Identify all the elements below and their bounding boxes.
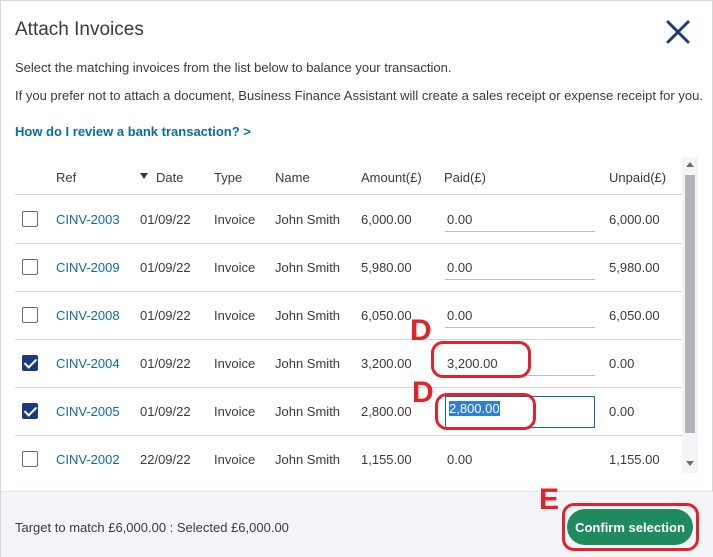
target-match-summary: Target to match £6,000.00 : Selected £6,… — [15, 520, 289, 535]
col-header-ref[interactable]: Ref — [56, 170, 76, 185]
close-button[interactable] — [664, 18, 692, 46]
table-header: Ref Date Type Name Amount(£) Paid(£) Unp… — [15, 157, 682, 195]
paid-input[interactable]: 0.00 — [445, 296, 595, 328]
dialog-title: Attach Invoices — [15, 19, 144, 40]
invoice-type: Invoice — [214, 452, 256, 467]
invoice-unpaid: 0.00 — [609, 404, 635, 419]
help-link[interactable]: How do I review a bank transaction? > — [15, 124, 251, 139]
row-checkbox[interactable] — [22, 307, 38, 323]
invoice-date: 22/09/22 — [140, 452, 191, 467]
invoice-amount: 3,200.00 — [361, 356, 412, 371]
invoice-amount: 2,800.00 — [361, 404, 412, 419]
annotation-d-label-2: D — [412, 376, 434, 409]
description-line-2: If you prefer not to attach a document, … — [15, 88, 703, 103]
invoice-unpaid: 1,155.00 — [609, 452, 660, 467]
table-row: CINV-2005 01/09/22 Invoice John Smith 2,… — [15, 388, 682, 436]
invoice-amount: 6,050.00 — [361, 308, 412, 323]
col-header-name[interactable]: Name — [275, 170, 310, 185]
col-header-unpaid[interactable]: Unpaid(£) — [609, 170, 666, 185]
col-header-type[interactable]: Type — [214, 170, 242, 185]
invoice-name: John Smith — [275, 260, 341, 275]
col-header-amount[interactable]: Amount(£) — [361, 170, 422, 185]
close-icon — [666, 20, 690, 44]
attach-invoices-dialog: Attach Invoices Select the matching invo… — [0, 0, 713, 557]
invoice-name: John Smith — [275, 404, 341, 419]
table-row: CINV-2004 01/09/22 Invoice John Smith 3,… — [15, 340, 682, 388]
invoice-unpaid: 6,000.00 — [609, 212, 660, 227]
invoice-type: Invoice — [214, 260, 256, 275]
invoice-type: Invoice — [214, 308, 256, 323]
invoice-type: Invoice — [214, 356, 256, 371]
row-checkbox[interactable] — [22, 259, 38, 275]
table-row: CINV-2009 01/09/22 Invoice John Smith 5,… — [15, 244, 682, 292]
invoice-ref-link[interactable]: CINV-2002 — [56, 452, 120, 467]
invoice-date: 01/09/22 — [140, 212, 191, 227]
invoice-unpaid: 6,050.00 — [609, 308, 660, 323]
invoice-type: Invoice — [214, 212, 256, 227]
row-checkbox[interactable] — [22, 355, 38, 371]
invoice-type: Invoice — [214, 404, 256, 419]
invoice-name: John Smith — [275, 308, 341, 323]
table-row: CINV-2002 22/09/22 Invoice John Smith 1,… — [15, 436, 682, 473]
invoice-unpaid: 0.00 — [609, 356, 635, 371]
col-header-date[interactable]: Date — [156, 170, 183, 185]
invoice-ref-link[interactable]: CINV-2009 — [56, 260, 120, 275]
paid-input[interactable]: 0.00 — [445, 248, 595, 280]
invoice-date: 01/09/22 — [140, 260, 191, 275]
row-checkbox[interactable] — [22, 211, 38, 227]
paid-input-value: 0.00 — [447, 260, 473, 275]
paid-input-value: 0.00 — [447, 308, 473, 323]
invoice-ref-link[interactable]: CINV-2003 — [56, 212, 120, 227]
invoice-amount: 6,000.00 — [361, 212, 412, 227]
invoice-table: Ref Date Type Name Amount(£) Paid(£) Unp… — [15, 157, 698, 473]
invoice-ref-link[interactable]: CINV-2008 — [56, 308, 120, 323]
annotation-box-paid-2005 — [435, 393, 536, 430]
invoice-date: 01/09/22 — [140, 308, 191, 323]
invoice-amount: 1,155.00 — [361, 452, 412, 467]
row-checkbox[interactable] — [22, 451, 38, 467]
paid-value: 0.00 — [447, 452, 473, 467]
invoice-amount: 5,980.00 — [361, 260, 412, 275]
annotation-e-label: E — [539, 483, 560, 516]
scroll-thumb[interactable] — [685, 175, 695, 433]
description-line-1: Select the matching invoices from the li… — [15, 60, 452, 75]
invoice-name: John Smith — [275, 356, 341, 371]
col-header-paid[interactable]: Paid(£) — [444, 170, 486, 185]
annotation-d-label-1: D — [410, 314, 432, 347]
invoice-name: John Smith — [275, 452, 341, 467]
scroll-down-icon[interactable] — [686, 461, 694, 466]
sort-descending-icon[interactable] — [140, 173, 148, 179]
invoice-ref-link[interactable]: CINV-2004 — [56, 356, 120, 371]
invoice-date: 01/09/22 — [140, 404, 191, 419]
invoice-unpaid: 5,980.00 — [609, 260, 660, 275]
annotation-box-paid-2004 — [431, 341, 531, 378]
invoice-name: John Smith — [275, 212, 341, 227]
invoice-date: 01/09/22 — [140, 356, 191, 371]
table-scrollbar[interactable] — [682, 157, 698, 473]
invoice-ref-link[interactable]: CINV-2005 — [56, 404, 120, 419]
table-row: CINV-2003 01/09/22 Invoice John Smith 6,… — [15, 196, 682, 244]
scroll-up-icon[interactable] — [686, 162, 694, 167]
annotation-box-confirm — [562, 503, 699, 551]
paid-input[interactable]: 0.00 — [445, 200, 595, 232]
table-row: CINV-2008 01/09/22 Invoice John Smith 6,… — [15, 292, 682, 340]
paid-input-value: 0.00 — [447, 212, 473, 227]
row-checkbox[interactable] — [22, 403, 38, 419]
